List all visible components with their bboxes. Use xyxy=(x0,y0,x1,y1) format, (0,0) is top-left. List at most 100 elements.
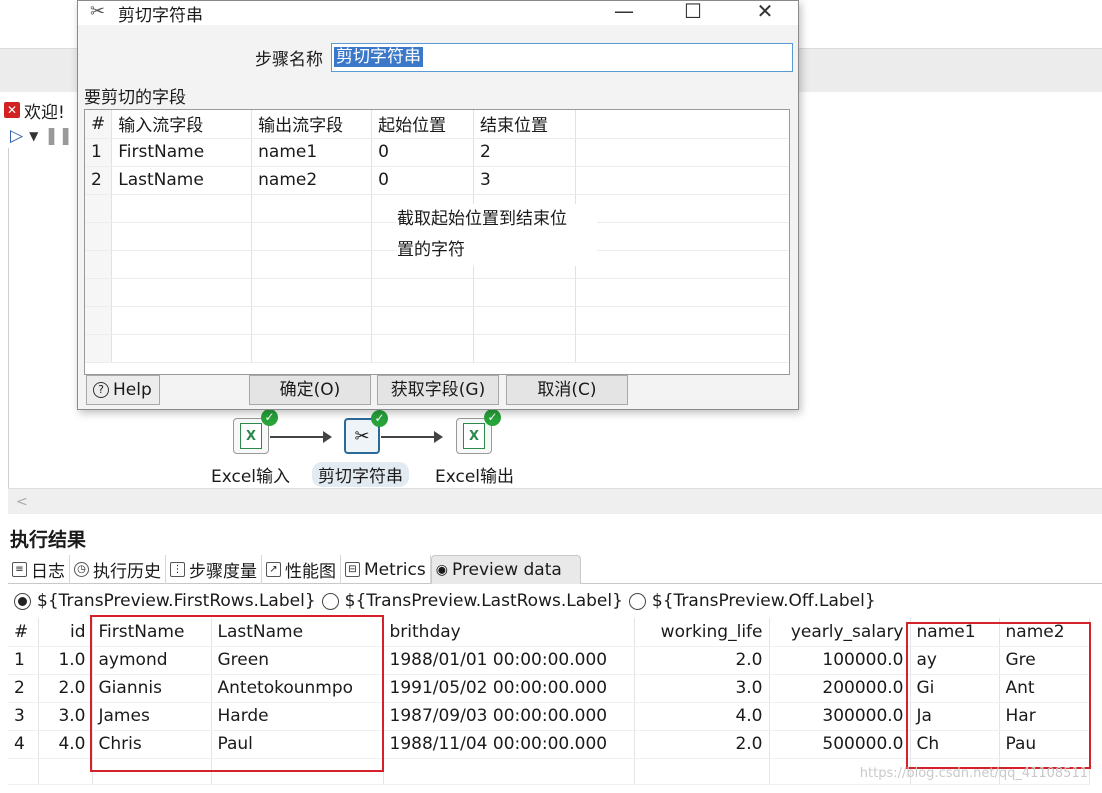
annotation-line: 截取起始位置到结束位 xyxy=(397,209,567,229)
dialog-titlebar[interactable]: ✂ 剪切字符串 — ☐ ✕ xyxy=(78,0,798,26)
table-row[interactable]: 1 FirstName name1 0 2 xyxy=(85,138,789,167)
cell-yearly-salary: 200000.0 xyxy=(769,674,911,703)
cell-birthday: 1991/05/02 00:00:00.000 xyxy=(383,674,635,703)
cell-working-life: 3.0 xyxy=(634,674,770,703)
maximize-button[interactable]: ☐ xyxy=(678,0,708,25)
scissors-icon: ✂ xyxy=(90,1,106,22)
cell-end-position[interactable]: 2 xyxy=(473,138,576,167)
cell-birthday: 1988/11/04 00:00:00.000 xyxy=(383,730,635,759)
radio-last-rows[interactable] xyxy=(321,592,339,610)
tab-step-metrics-label: 步骤度量 xyxy=(189,562,257,582)
column-header[interactable]: working_life xyxy=(634,618,770,647)
cell-id: 3.0 xyxy=(38,702,93,731)
cancel-button[interactable]: 取消(C) xyxy=(506,375,628,405)
line-chart-icon: ↗ xyxy=(266,562,281,577)
list-numbered-icon: ⋮ xyxy=(170,562,185,577)
canvas-scrollbar[interactable]: < xyxy=(8,488,1102,514)
annotation-line: 置的字符 xyxy=(397,240,465,260)
cell-yearly-salary: 500000.0 xyxy=(769,730,911,759)
cell-rownum: 2 xyxy=(85,166,113,195)
cell-end-position[interactable]: 3 xyxy=(473,166,576,195)
column-header[interactable]: brithday xyxy=(383,618,635,647)
hop-arrow[interactable] xyxy=(381,431,443,443)
scissors-icon: ✂ xyxy=(354,425,370,447)
empty-row xyxy=(85,334,789,363)
help-icon: ? xyxy=(93,382,109,398)
radio-last-rows-label: ${TransPreview.LastRows.Label} xyxy=(344,591,623,611)
run-toolbar: ▷ ▼ ❚❚ xyxy=(0,124,80,148)
results-tabs: ≡ 日志 ◷ 执行历史 ⋮ 步骤度量 ↗ 性能图 ⊟ Metrics ◉ Preview d… xyxy=(8,555,1102,584)
empty-row xyxy=(85,278,789,307)
help-button[interactable]: ? Help xyxy=(86,375,160,405)
log-icon: ≡ xyxy=(12,562,27,577)
radio-first-rows-label: ${TransPreview.FirstRows.Label} xyxy=(37,591,316,611)
cell-id: 1.0 xyxy=(38,646,93,675)
gantt-icon: ⊟ xyxy=(345,562,360,577)
cell-input-field[interactable]: LastName xyxy=(111,166,253,195)
excel-input-node[interactable]: X ✓ xyxy=(233,409,278,454)
eye-icon: ◉ xyxy=(435,562,448,578)
cell-start-position[interactable]: 0 xyxy=(371,166,475,195)
minimize-button[interactable]: — xyxy=(609,0,639,25)
cell-yearly-salary: 100000.0 xyxy=(769,646,911,675)
column-header[interactable]: 起始位置 xyxy=(371,110,475,139)
column-header[interactable]: yearly_salary xyxy=(769,618,911,647)
step-name-label: 步骤名称 xyxy=(255,50,323,70)
cell-id: 4.0 xyxy=(38,730,93,759)
column-header[interactable]: # xyxy=(85,110,113,139)
cut-string-node[interactable]: ✂ ✓ xyxy=(344,410,388,454)
get-fields-button[interactable]: 获取字段(G) xyxy=(377,375,499,405)
results-title: 执行结果 xyxy=(10,529,87,551)
radio-off[interactable] xyxy=(628,592,646,610)
chevron-down-icon[interactable]: ▼ xyxy=(29,129,38,143)
tab-metrics[interactable]: ⊟ Metrics xyxy=(341,555,431,584)
run-icon[interactable]: ▷ xyxy=(10,126,23,146)
hop-arrow[interactable] xyxy=(270,431,332,443)
dialog-title: 剪切字符串 xyxy=(118,6,203,26)
empty-row xyxy=(85,306,789,335)
cell-input-field[interactable]: FirstName xyxy=(111,138,253,167)
cell-output-field[interactable]: name2 xyxy=(251,166,373,195)
cell-working-life: 2.0 xyxy=(634,730,770,759)
excel-output-node[interactable]: X ✓ xyxy=(456,409,501,454)
tab-performance[interactable]: ↗ 性能图 xyxy=(262,555,341,584)
cell-output-field[interactable]: name1 xyxy=(251,138,373,167)
excel-input-icon: X xyxy=(240,423,262,449)
tab-performance-label: 性能图 xyxy=(285,562,336,582)
node-label-excel-output: Excel输出 xyxy=(435,467,515,487)
tab-preview-data[interactable]: ◉ Preview data xyxy=(430,555,581,584)
column-header[interactable]: # xyxy=(8,618,39,647)
tab-metrics-label: Metrics xyxy=(364,559,426,580)
column-header[interactable]: 输入流字段 xyxy=(111,110,253,139)
success-check-icon: ✓ xyxy=(371,410,388,427)
fields-section-label: 要剪切的字段 xyxy=(84,88,186,108)
column-header[interactable]: id xyxy=(38,618,93,647)
annotation-note: 截取起始位置到结束位 置的字符 xyxy=(397,204,597,266)
pause-icon[interactable]: ❚❚ xyxy=(44,126,73,146)
help-button-label: Help xyxy=(113,380,152,400)
node-label-excel-input: Excel输入 xyxy=(211,467,291,487)
cell-yearly-salary: 300000.0 xyxy=(769,702,911,731)
tab-step-metrics[interactable]: ⋮ 步骤度量 xyxy=(166,555,262,584)
column-header[interactable]: 结束位置 xyxy=(473,110,576,139)
close-icon[interactable]: ✕ xyxy=(4,102,20,118)
ok-button[interactable]: 确定(O) xyxy=(249,375,371,405)
cut-string-dialog: ✂ 剪切字符串 — ☐ ✕ 步骤名称 剪切字符串 要剪切的字段 # 输入流字段 … xyxy=(77,0,799,410)
table-row[interactable]: 2 LastName name2 0 3 xyxy=(85,166,789,195)
step-name-input[interactable]: 剪切字符串 xyxy=(331,43,793,72)
column-header[interactable]: 输出流字段 xyxy=(251,110,373,139)
cell-working-life: 4.0 xyxy=(634,702,770,731)
cell-rownum: 3 xyxy=(8,702,39,731)
cell-rownum: 4 xyxy=(8,730,39,759)
tab-history[interactable]: ◷ 执行历史 xyxy=(70,555,166,584)
radio-first-rows[interactable] xyxy=(14,592,31,610)
cell-start-position[interactable]: 0 xyxy=(371,138,475,167)
scroll-left-icon[interactable]: < xyxy=(16,494,28,510)
cell-rownum: 1 xyxy=(85,138,113,167)
close-button[interactable]: ✕ xyxy=(750,0,780,25)
tab-log[interactable]: ≡ 日志 xyxy=(8,555,70,584)
tab-welcome[interactable]: ✕ 欢迎! xyxy=(0,96,69,124)
cell-working-life: 2.0 xyxy=(634,646,770,675)
watermark: https://blog.csdn.net/qq_41108511 xyxy=(859,766,1088,781)
tab-log-label: 日志 xyxy=(31,562,65,582)
